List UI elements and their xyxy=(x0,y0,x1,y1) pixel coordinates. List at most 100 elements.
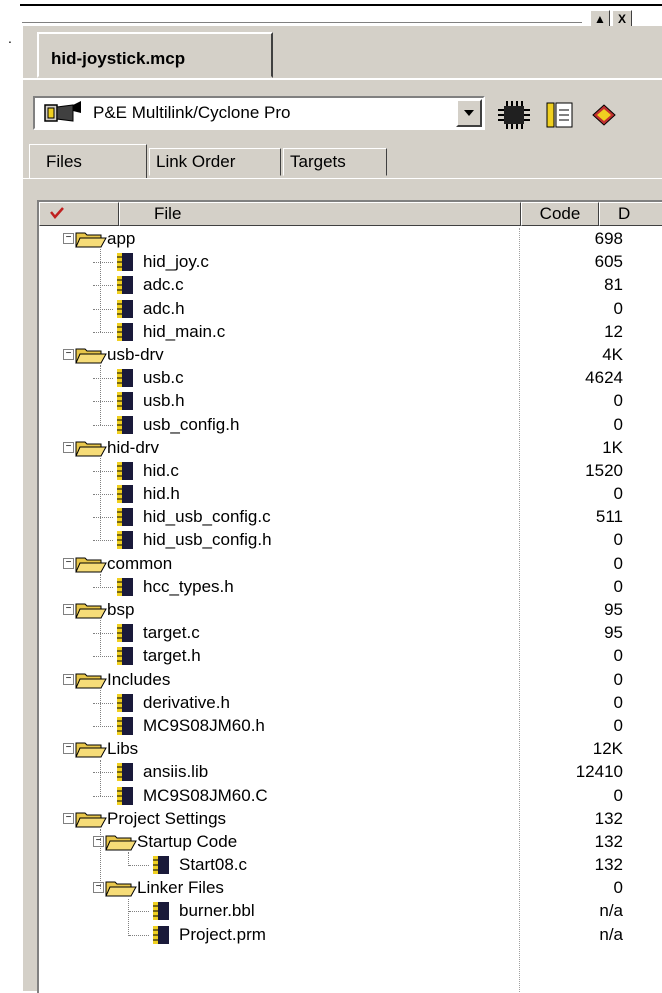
target-icon xyxy=(44,101,81,122)
folder-row[interactable]: − Linker Files 0 xyxy=(39,877,662,900)
collapse-toggle-icon[interactable]: − xyxy=(63,441,74,453)
tab-link-order[interactable]: Link Order xyxy=(149,148,281,176)
file-name: MC9S08JM60.C xyxy=(143,785,268,805)
file-name: Project.prm xyxy=(179,924,266,944)
code-size: 0 xyxy=(613,484,623,504)
project-tab[interactable]: hid-joystick.mcp xyxy=(37,32,273,78)
file-row[interactable]: ansiis.lib 12410 xyxy=(39,761,662,784)
debug-icon[interactable] xyxy=(589,100,619,130)
file-row[interactable]: derivative.h 0 xyxy=(39,692,662,715)
folder-open-icon xyxy=(75,742,107,758)
source-file-icon xyxy=(117,647,133,666)
file-row[interactable]: Project.prm n/a xyxy=(39,924,662,947)
file-row[interactable]: hid.h 0 xyxy=(39,483,662,506)
target-dropdown-button[interactable] xyxy=(456,99,482,127)
project-tab-label: hid-joystick.mcp xyxy=(51,49,186,68)
source-file-icon xyxy=(153,925,169,944)
source-file-icon xyxy=(117,299,133,318)
tree-connector xyxy=(93,262,113,264)
file-name: adc.c xyxy=(143,275,184,295)
column-file[interactable]: File xyxy=(119,202,521,226)
tree-connector xyxy=(93,308,113,310)
tree-connector xyxy=(93,795,113,797)
collapse-toggle-icon[interactable]: − xyxy=(93,835,104,847)
file-name: hid.c xyxy=(143,460,179,480)
source-file-icon xyxy=(117,577,133,596)
folder-row[interactable]: − app 698 xyxy=(39,228,662,251)
code-size: n/a xyxy=(599,901,623,921)
collapse-toggle-icon[interactable]: − xyxy=(63,233,74,244)
folder-open-icon xyxy=(75,441,107,457)
file-row[interactable]: usb.c 4624 xyxy=(39,367,662,390)
file-row[interactable]: MC9S08JM60.h 0 xyxy=(39,715,662,738)
file-row[interactable]: hid_joy.c 605 xyxy=(39,251,662,274)
tree-connector xyxy=(93,424,113,426)
tab-files[interactable]: Files xyxy=(29,144,147,178)
collapse-toggle-icon[interactable]: − xyxy=(63,348,74,360)
left-edge: . xyxy=(0,0,20,991)
source-file-icon xyxy=(117,253,133,272)
folder-row[interactable]: − Startup Code 132 xyxy=(39,831,662,854)
folder-row[interactable]: − common 0 xyxy=(39,553,662,576)
file-row[interactable]: hcc_types.h 0 xyxy=(39,576,662,599)
file-row[interactable]: hid_usb_config.c 511 xyxy=(39,506,662,529)
tree-guide xyxy=(100,365,101,426)
tree-connector xyxy=(93,540,113,542)
tree-connector xyxy=(93,586,113,588)
column-data[interactable]: D xyxy=(599,202,662,226)
tree-connector xyxy=(93,470,113,472)
source-file-icon xyxy=(117,322,133,341)
folder-row[interactable]: − Project Settings 132 xyxy=(39,808,662,831)
collapse-toggle-icon[interactable]: − xyxy=(93,882,104,894)
collapse-toggle-icon[interactable]: − xyxy=(63,743,74,755)
tab-targets[interactable]: Targets xyxy=(283,148,387,176)
collapse-toggle-icon[interactable]: − xyxy=(63,673,74,685)
file-row[interactable]: target.h 0 xyxy=(39,645,662,668)
column-touch[interactable] xyxy=(39,202,119,226)
folder-name: Project Settings xyxy=(107,808,227,828)
tab-targets-label: Targets xyxy=(290,152,346,171)
file-row[interactable]: adc.c 81 xyxy=(39,274,662,297)
source-file-icon xyxy=(117,485,133,504)
tree-connector xyxy=(93,285,113,287)
settings-icon[interactable] xyxy=(545,100,577,130)
file-row[interactable]: hid_main.c 12 xyxy=(39,321,662,344)
column-code[interactable]: Code xyxy=(521,202,599,226)
code-size: 95 xyxy=(604,600,623,619)
file-row[interactable]: target.c 95 xyxy=(39,622,662,645)
file-row[interactable]: burner.bbl n/a xyxy=(39,900,662,923)
column-file-label: File xyxy=(154,204,182,223)
folder-row[interactable]: − Libs 12K xyxy=(39,738,662,761)
code-size: 0 xyxy=(613,414,623,434)
collapse-toggle-icon[interactable]: − xyxy=(63,812,74,824)
code-size: 511 xyxy=(595,507,623,527)
target-select[interactable]: P&E Multilink/Cyclone Pro xyxy=(33,96,485,130)
file-row[interactable]: usb_config.h 0 xyxy=(39,414,662,437)
source-file-icon xyxy=(117,763,133,782)
tree-connector xyxy=(129,934,149,936)
file-row[interactable]: Start08.c 132 xyxy=(39,854,662,877)
code-size: 12 xyxy=(604,321,623,341)
file-row[interactable]: MC9S08JM60.C 0 xyxy=(39,785,662,808)
code-size: 132 xyxy=(594,808,623,828)
file-name: hcc_types.h xyxy=(143,576,234,596)
edge-mark: . xyxy=(8,30,12,46)
collapse-toggle-icon[interactable]: − xyxy=(63,557,74,569)
file-row[interactable]: usb.h 0 xyxy=(39,390,662,413)
folder-row[interactable]: − usb-drv 4K xyxy=(39,344,662,367)
folder-row[interactable]: − hid-drv 1K xyxy=(39,437,662,460)
chip-icon[interactable] xyxy=(497,100,531,130)
folder-row[interactable]: − Includes 0 xyxy=(39,669,662,692)
file-name: adc.h xyxy=(143,298,185,318)
tab-link-order-label: Link Order xyxy=(156,152,236,171)
file-name: target.c xyxy=(143,623,200,643)
collapse-toggle-icon[interactable]: − xyxy=(63,604,74,615)
file-name: usb_config.h xyxy=(143,414,240,434)
file-row[interactable]: adc.h 0 xyxy=(39,298,662,321)
file-row[interactable]: hid_usb_config.h 0 xyxy=(39,529,662,552)
file-name: hid_usb_config.h xyxy=(143,530,272,550)
code-size: 0 xyxy=(613,553,623,573)
tree-connector xyxy=(93,772,113,774)
folder-row[interactable]: − bsp 95 xyxy=(39,599,662,622)
file-row[interactable]: hid.c 1520 xyxy=(39,460,662,483)
